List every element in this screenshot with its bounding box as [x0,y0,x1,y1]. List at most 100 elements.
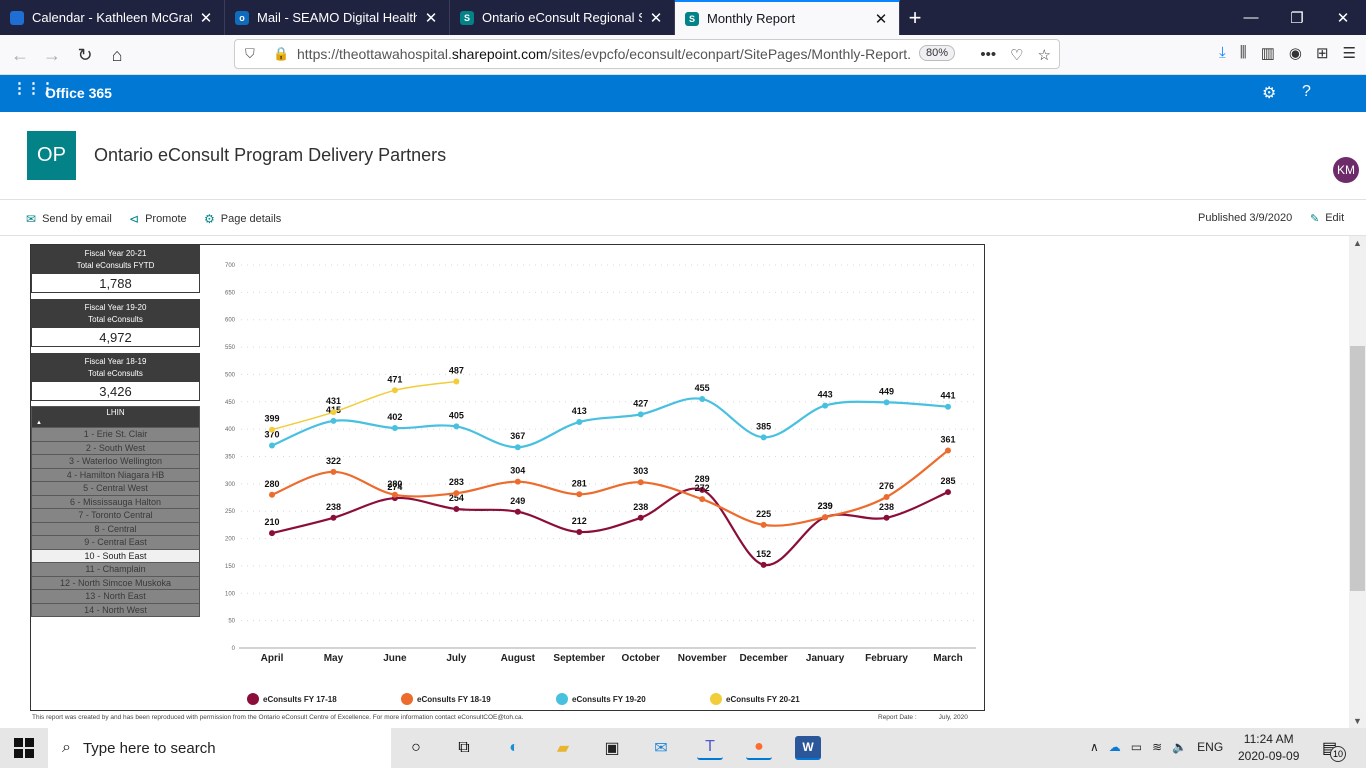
lock-icon[interactable]: 🔒 [273,46,289,62]
data-label: 367 [510,431,525,441]
sort-up-icon[interactable]: ▲ [36,417,42,429]
y-tick-label: 600 [225,318,236,324]
pocket-icon[interactable]: ♡ [1010,46,1023,64]
taskbar-search[interactable]: ⌕ Type here to search [48,728,391,768]
command-bar: ✉ Send by email ⊲ Promote ⚙ Page details… [0,200,1366,236]
onedrive-icon[interactable]: ☁ [1109,740,1121,754]
scroll-down-icon[interactable]: ▼ [1353,716,1362,726]
bookmark-star-icon[interactable]: ☆ [1038,46,1051,64]
slicer-item[interactable]: 9 - Central East [32,535,199,549]
language-indicator[interactable]: ENG [1197,740,1223,754]
tab-regional-sites[interactable]: S Ontario eConsult Regional Sites ✕ [450,0,675,35]
send-label: Send by email [42,213,112,225]
tab-monthly-report[interactable]: S Monthly Report ✕ [675,0,900,35]
teams-icon[interactable]: T [697,736,723,760]
close-tab-icon[interactable]: ✕ [648,9,664,27]
report-date: Report Date : July, 2020 [878,714,968,721]
site-title[interactable]: Ontario eConsult Program Delivery Partne… [94,145,446,166]
tab-title: Ontario eConsult Regional Sites [482,10,642,25]
volume-icon[interactable]: 🔈 [1172,740,1187,754]
send-by-email-button[interactable]: ✉ Send by email [26,212,112,226]
tab-mail[interactable]: o Mail - SEAMO Digital Health - C ✕ [225,0,450,35]
help-icon[interactable]: ? [1302,83,1311,101]
notifications-icon[interactable]: ▤ 10 [1322,738,1346,762]
minimize-icon[interactable]: — [1228,0,1274,35]
data-label: 238 [326,502,341,512]
slicer-item[interactable]: 1 - Erie St. Clair [32,427,199,441]
office365-brand[interactable]: Office 365 [45,85,112,101]
more-icon[interactable]: ••• [980,46,996,64]
extensions-icon[interactable]: ⊞ [1316,44,1329,62]
settings-gear-icon[interactable]: ⚙ [1262,83,1276,103]
y-tick-label: 50 [228,619,235,625]
slicer-item[interactable]: 13 - North East [32,589,199,603]
account-icon[interactable]: ◉ [1289,44,1302,62]
scroll-up-icon[interactable]: ▲ [1353,238,1362,248]
slicer-item[interactable]: 5 - Central West [32,481,199,495]
y-tick-label: 500 [225,372,236,378]
slicer-item[interactable]: 8 - Central [32,521,199,535]
slicer-item[interactable]: 14 - North West [32,602,199,616]
word-icon[interactable]: W [795,736,821,760]
url-prefix: https://theottawahospital. [297,46,452,62]
y-tick-label: 100 [225,591,236,597]
x-tick-label: October [622,653,660,664]
forward-icon[interactable]: → [40,43,64,67]
slicer-item[interactable]: 4 - Hamilton Niagara HB [32,467,199,481]
cortana-icon[interactable]: ○ [403,736,429,760]
slicer-item[interactable]: 7 - Toronto Central [32,508,199,522]
windows-start-icon[interactable] [14,738,34,758]
shield-icon[interactable]: ⛉ [245,46,263,62]
store-icon[interactable]: ▣ [599,736,625,760]
scroll-thumb[interactable] [1350,346,1365,591]
chevron-up-icon[interactable]: ∧ [1090,740,1099,754]
file-explorer-icon[interactable]: ▰ [550,736,576,760]
close-tab-icon[interactable]: ✕ [873,10,889,28]
back-icon[interactable]: ← [8,43,32,67]
edit-button[interactable]: ✎ Edit [1310,212,1344,225]
reload-icon[interactable]: ↻ [73,43,97,67]
data-point [883,493,890,500]
mail-icon: ✉ [26,212,37,226]
promote-button[interactable]: ⊲ Promote [129,212,187,226]
site-logo[interactable]: OP [27,131,76,180]
slicer-item[interactable]: 6 - Mississauga Halton [32,494,199,508]
download-icon[interactable]: ⤓ [1219,44,1226,62]
tab-calendar[interactable]: Calendar - Kathleen McGrath - ✕ [0,0,225,35]
slicer-item[interactable]: 3 - Waterloo Wellington [32,454,199,468]
restore-icon[interactable]: ❐ [1274,0,1320,35]
y-tick-label: 350 [225,455,236,461]
slicer-header[interactable]: LHIN ▲ [32,407,199,427]
slicer-item[interactable]: 12 - North Simcoe Muskoka [32,575,199,589]
data-label: 405 [449,410,464,420]
mail-app-icon[interactable]: ✉ [648,736,674,760]
firefox-icon[interactable]: ● [746,736,772,760]
page-scrollbar[interactable]: ▲ ▼ [1349,236,1366,728]
slicer-item[interactable]: 2 - South West [32,440,199,454]
close-window-icon[interactable]: ✕ [1320,0,1366,35]
close-tab-icon[interactable]: ✕ [423,9,439,27]
menu-icon[interactable]: ☰ [1343,44,1356,62]
data-label: 276 [879,481,894,491]
sidebar-icon[interactable]: ▥ [1261,44,1275,62]
library-icon[interactable]: ⫼ [1240,44,1247,62]
slicer-item[interactable]: 10 - South East [32,548,199,562]
edge-icon[interactable]: ◐ [501,736,527,760]
url-bar[interactable]: ⛉ 🔒 https://theottawahospital.sharepoint… [234,39,1060,69]
slicer-item[interactable]: 11 - Champlain [32,562,199,576]
page-details-button[interactable]: ⚙ Page details [204,212,281,226]
home-icon[interactable]: ⌂ [105,43,129,67]
y-tick-label: 250 [225,509,236,515]
new-tab-button[interactable]: + [900,0,930,35]
close-tab-icon[interactable]: ✕ [198,9,214,27]
task-view-icon[interactable]: ⧉ [451,736,477,760]
zoom-level[interactable]: 80% [919,45,956,61]
data-point [945,403,951,410]
battery-icon[interactable]: ▭ [1131,740,1142,754]
office365-bar: ⋮⋮⋮ Office 365 ⚙ ? KM [0,75,1366,183]
data-point [330,468,337,475]
kpi-card-fy19-20: Fiscal Year 19-20 Total eConsults 4,972 [31,299,200,347]
clock[interactable]: 11:24 AM 2020-09-09 [1238,731,1299,765]
wifi-icon[interactable]: ≋ [1152,740,1162,754]
url-text[interactable]: https://theottawahospital.sharepoint.com… [297,46,917,62]
